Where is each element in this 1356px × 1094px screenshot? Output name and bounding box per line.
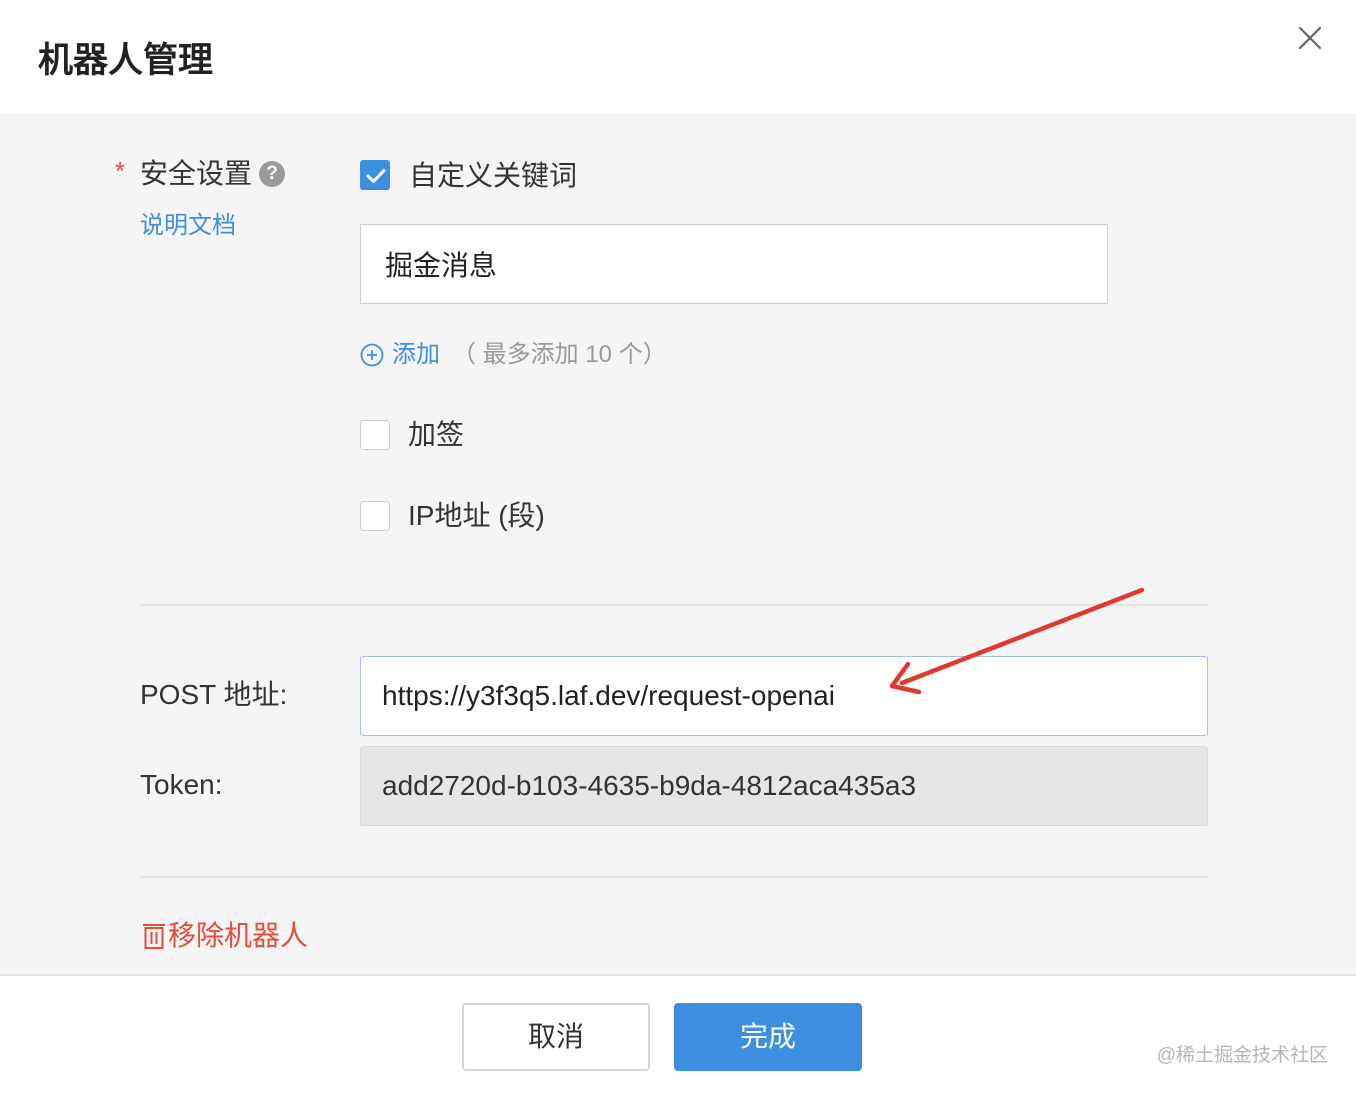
section-divider-bottom xyxy=(140,876,1208,878)
close-button[interactable] xyxy=(1290,18,1330,58)
close-icon xyxy=(1298,26,1322,50)
sign-checkbox[interactable] xyxy=(360,420,390,450)
keyword-input[interactable] xyxy=(360,224,1108,304)
remove-robot-label: 移除机器人 xyxy=(168,920,309,951)
custom-keyword-label: 自定义关键词 xyxy=(409,160,578,191)
dialog-body: * 安全设置 ? 说明文档 自定义关键词 添加 （ 最多添加 10 个） 加签 … xyxy=(0,114,1356,974)
question-circle-icon[interactable]: ? xyxy=(259,161,285,187)
done-button[interactable]: 完成 xyxy=(674,1003,862,1071)
watermark: @稀土掘金技术社区 xyxy=(1156,1045,1328,1066)
sign-label: 加签 xyxy=(408,419,465,450)
custom-keyword-checkbox[interactable] xyxy=(360,160,390,190)
security-settings-label: 安全设置 xyxy=(140,158,253,189)
ip-address-checkbox[interactable] xyxy=(360,501,390,531)
checkmark-icon xyxy=(366,169,386,183)
dialog-header: 机器人管理 xyxy=(0,0,1356,114)
required-marker: * xyxy=(115,156,126,186)
add-keyword-hint: （ 最多添加 10 个） xyxy=(452,341,667,368)
plus-circle-icon[interactable] xyxy=(360,343,384,367)
trash-icon xyxy=(143,924,165,949)
post-address-label: POST 地址: xyxy=(140,679,288,710)
token-field[interactable]: add2720d-b103-4635-b9da-4812aca435a3 xyxy=(360,746,1208,826)
documentation-link[interactable]: 说明文档 xyxy=(140,210,236,242)
dialog-title: 机器人管理 xyxy=(38,41,214,80)
robot-management-dialog: 机器人管理 * 安全设置 ? 说明文档 自定义关键词 添加 xyxy=(0,0,1356,1094)
add-keyword-button[interactable]: 添加 xyxy=(392,338,440,372)
dialog-footer: 取消 完成 @稀土掘金技术社区 xyxy=(0,974,1356,1094)
ip-address-label: IP地址 (段) xyxy=(408,500,545,531)
token-label: Token: xyxy=(140,769,223,800)
cancel-button[interactable]: 取消 xyxy=(462,1003,650,1071)
red-arrow-icon xyxy=(889,587,1145,695)
